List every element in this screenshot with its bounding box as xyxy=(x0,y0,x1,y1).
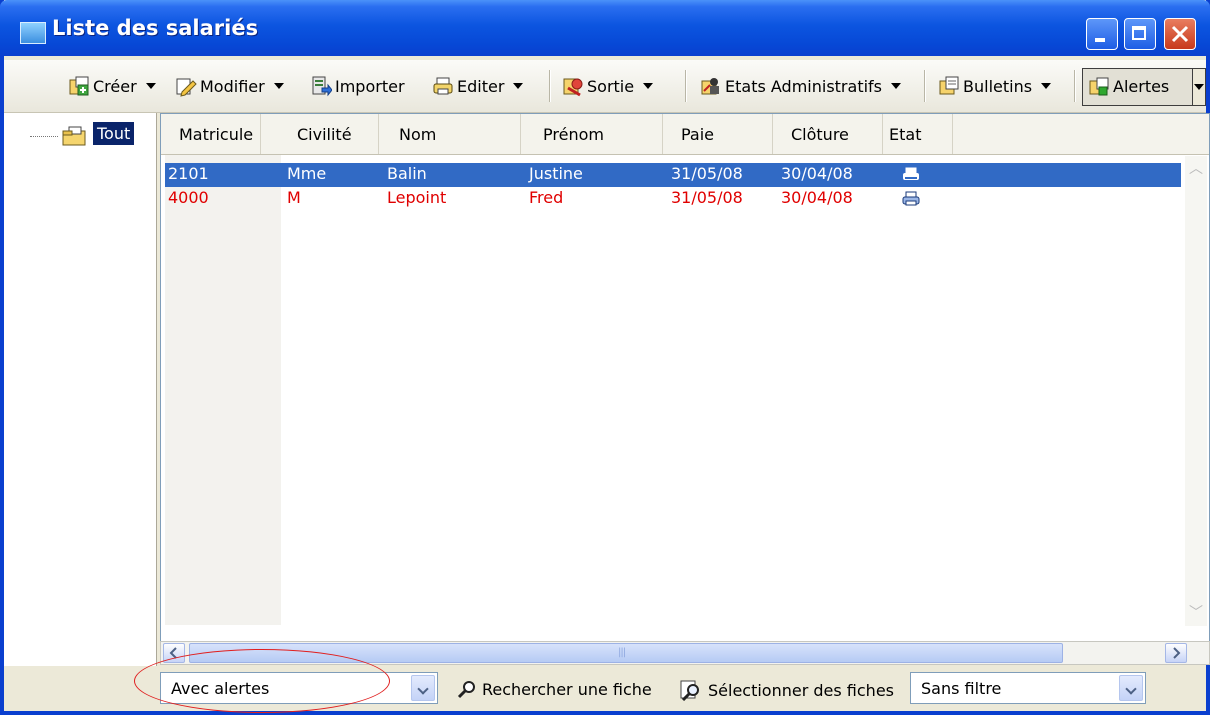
table-header: Matricule Civilité Nom Prénom Paie Clôtu… xyxy=(161,114,1209,155)
search-icon xyxy=(457,681,475,699)
select-records-label: Sélectionner des fiches xyxy=(708,680,894,700)
cell-cloture: 30/04/08 xyxy=(781,188,853,207)
alerts-button-content[interactable]: Alertes xyxy=(1088,73,1169,99)
chevron-down-icon xyxy=(1194,84,1204,90)
chevron-down-icon[interactable] xyxy=(273,83,284,89)
toolbar-separator xyxy=(549,70,550,102)
alert-filter-value: Avec alertes xyxy=(171,679,270,698)
column-header-prenom[interactable]: Prénom xyxy=(521,114,663,154)
chevron-down-icon[interactable] xyxy=(411,675,435,701)
print-icon xyxy=(432,75,454,97)
printer-icon xyxy=(901,166,921,188)
column-header-paie[interactable]: Paie xyxy=(663,114,773,154)
modify-label: Modifier xyxy=(200,76,265,96)
table-row[interactable]: 4000 M Lepoint Fred 31/05/08 30/04/08 xyxy=(165,187,1181,211)
column-header-civilite[interactable]: Civilité xyxy=(261,114,379,154)
tree-item-all[interactable]: Tout xyxy=(93,122,135,145)
select-records-icon xyxy=(680,680,699,701)
alerts-icon xyxy=(1088,75,1110,97)
chevron-down-icon[interactable] xyxy=(1041,83,1052,89)
maximize-button[interactable] xyxy=(1124,18,1156,50)
admin-reports-icon xyxy=(700,75,722,97)
import-button[interactable]: Importer xyxy=(310,73,405,99)
cell-paie: 31/05/08 xyxy=(671,164,743,183)
cell-paie: 31/05/08 xyxy=(671,188,743,207)
app-window: Liste des salariés Créer Modifier Import… xyxy=(0,0,1210,715)
column-header-etat[interactable]: Etat xyxy=(883,114,953,154)
print-button[interactable]: Editer xyxy=(432,73,524,99)
payslips-button[interactable]: Bulletins xyxy=(938,73,1052,99)
create-button[interactable]: Créer xyxy=(68,73,156,99)
cell-prenom: Fred xyxy=(529,188,564,207)
toolbar: Créer Modifier Importer Editer Sortie Et… xyxy=(4,60,1206,113)
search-record-button[interactable]: Rechercher une fiche xyxy=(456,679,652,699)
tree-panel xyxy=(4,113,157,711)
chevron-down-icon[interactable] xyxy=(145,83,156,89)
alerts-dropdown-button[interactable] xyxy=(1192,68,1206,106)
tree-connector xyxy=(30,136,58,137)
toolbar-separator xyxy=(685,70,686,102)
import-label: Importer xyxy=(335,76,405,96)
vertical-scrollbar[interactable]: ︿ ﹀ xyxy=(1185,156,1207,626)
chevron-down-icon[interactable] xyxy=(891,83,901,89)
edit-icon xyxy=(175,75,197,97)
scroll-up-icon[interactable]: ︿ xyxy=(1185,158,1207,180)
toolbar-separator xyxy=(1074,70,1075,102)
payslip-icon xyxy=(938,75,960,97)
column-header-matricule[interactable]: Matricule xyxy=(161,114,261,154)
column-header-nom[interactable]: Nom xyxy=(379,114,521,154)
filter-value: Sans filtre xyxy=(921,679,1002,698)
scroll-thumb[interactable] xyxy=(189,643,1063,663)
close-icon xyxy=(1171,25,1189,43)
cell-prenom: Justine xyxy=(529,164,583,183)
select-records-button[interactable]: Sélectionner des fiches xyxy=(678,679,894,701)
modify-button[interactable]: Modifier xyxy=(175,73,284,99)
window-title: Liste des salariés xyxy=(52,16,259,40)
chevron-down-icon[interactable] xyxy=(643,83,654,89)
scroll-left-icon[interactable] xyxy=(163,643,185,663)
chevron-down-icon[interactable] xyxy=(513,83,524,89)
bottom-bar: Avec alertes Rechercher une fiche Sélect… xyxy=(4,666,1206,711)
admin-reports-button[interactable]: Etats Administratifs xyxy=(700,73,901,99)
table-row[interactable]: 2101 Mme Balin Justine 31/05/08 30/04/08 xyxy=(165,163,1181,187)
employee-table: Matricule Civilité Nom Prénom Paie Clôtu… xyxy=(160,113,1210,643)
search-record-label: Rechercher une fiche xyxy=(482,679,652,699)
print-label: Editer xyxy=(457,76,505,96)
cell-nom: Balin xyxy=(387,164,427,183)
cell-civilite: Mme xyxy=(287,164,327,183)
scroll-right-icon[interactable] xyxy=(1165,643,1187,663)
toolbar-separator xyxy=(924,70,925,102)
minimize-button[interactable] xyxy=(1086,18,1118,50)
exit-button[interactable]: Sortie xyxy=(562,73,654,99)
admin-reports-label: Etats Administratifs xyxy=(725,76,882,96)
cell-matricule: 2101 xyxy=(168,164,209,183)
horizontal-scrollbar[interactable] xyxy=(160,641,1210,665)
create-label: Créer xyxy=(93,76,137,96)
app-icon xyxy=(20,22,46,44)
exit-label: Sortie xyxy=(587,76,635,96)
cell-cloture: 30/04/08 xyxy=(781,164,853,183)
alert-filter-select[interactable]: Avec alertes xyxy=(160,672,438,704)
close-button[interactable] xyxy=(1164,18,1196,50)
folder-icon xyxy=(62,126,88,146)
cell-matricule: 4000 xyxy=(168,188,209,207)
scroll-down-icon[interactable]: ﹀ xyxy=(1185,602,1207,624)
import-icon xyxy=(310,75,333,97)
column-header-cloture[interactable]: Clôture xyxy=(773,114,883,154)
cell-nom: Lepoint xyxy=(387,188,447,207)
column-stripe xyxy=(165,155,281,625)
filter-select[interactable]: Sans filtre xyxy=(910,672,1146,704)
payslips-label: Bulletins xyxy=(963,76,1033,96)
chevron-down-icon[interactable] xyxy=(1119,675,1143,701)
exit-icon xyxy=(562,75,584,97)
cell-civilite: M xyxy=(287,188,301,207)
printer-icon xyxy=(901,190,921,212)
title-bar[interactable]: Liste des salariés xyxy=(0,0,1210,56)
alerts-label: Alertes xyxy=(1113,76,1170,96)
create-icon xyxy=(68,75,90,97)
